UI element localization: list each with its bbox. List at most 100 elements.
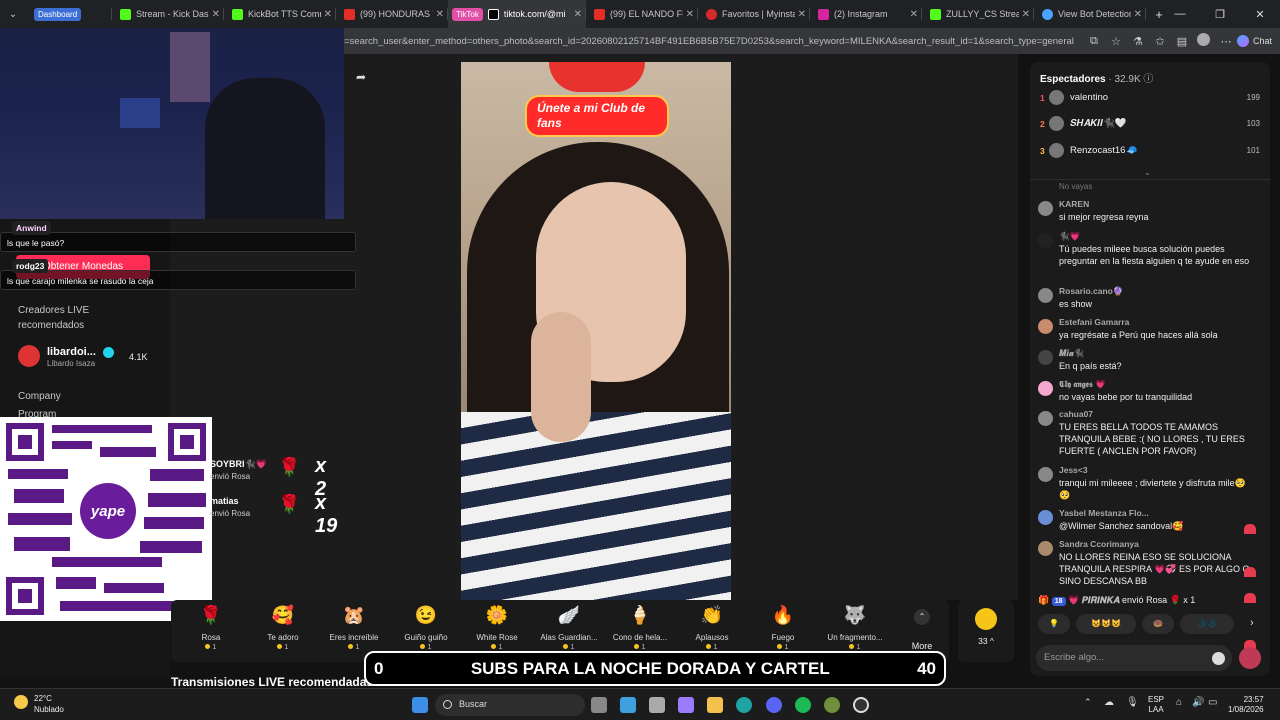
windows-start-icon[interactable] <box>412 697 428 713</box>
favorites-icon[interactable]: ✩ <box>1149 35 1171 48</box>
reaction-button[interactable]: 🌑🌑 <box>1180 614 1234 634</box>
tab-title: ZULLYY_CS Stream - <box>946 9 1019 19</box>
copilot-chat-button[interactable]: Chat <box>1236 35 1272 47</box>
copilot-taskbar-icon[interactable] <box>678 697 694 713</box>
gift-item-fuego[interactable]: 🔥 Fuego 1 <box>747 605 819 651</box>
tab-dashboard[interactable]: Dashboard <box>26 0 112 28</box>
chat-user[interactable]: 𝑴𝒊𝒂🐈‍⬛ <box>1059 348 1084 359</box>
language-indicator[interactable]: ESP LAA <box>1148 695 1164 715</box>
tab-honduras[interactable]: (99) HONDURAS VS✕ <box>336 0 448 28</box>
discord-icon[interactable] <box>766 697 782 713</box>
close-icon[interactable]: ✕ <box>798 9 806 20</box>
app-icon[interactable] <box>824 697 840 713</box>
chat-user[interactable]: KAREN <box>1059 199 1089 209</box>
collapse-chevron-icon[interactable]: ⌄ <box>1144 168 1151 177</box>
taskbar-search[interactable]: Buscar <box>435 694 585 716</box>
bookmark-star-icon[interactable]: ☆ <box>1105 35 1127 48</box>
tab-group-label[interactable]: TikTok <box>452 7 483 21</box>
store-icon[interactable] <box>649 697 665 713</box>
close-icon[interactable]: ✕ <box>1022 9 1030 20</box>
chat-input[interactable]: Escribe algo... <box>1036 645 1232 671</box>
gift-item-white-rose[interactable]: 🌼 White Rose 1 <box>461 605 533 651</box>
gift-item-rosa[interactable]: 🌹 Rosa 1 <box>175 605 247 651</box>
network-icon[interactable]: ⌂ <box>1176 697 1182 708</box>
gift-item-eres-increible[interactable]: 🐹 Eres increíble 1 <box>318 605 390 651</box>
reaction-button[interactable]: 🍩 <box>1142 614 1174 634</box>
minimize-icon[interactable]: — <box>1160 0 1200 28</box>
instagram-icon <box>818 8 829 20</box>
close-window-icon[interactable]: ✕ <box>1240 0 1280 28</box>
url-input[interactable]: =search_user&enter_method=others_photo&s… <box>344 36 1083 47</box>
notepad-icon[interactable] <box>620 697 636 713</box>
extensions-icon[interactable]: ⚗ <box>1127 35 1149 48</box>
tray-chevron-icon[interactable]: ⌃ <box>1084 697 1092 708</box>
coin-balance-button[interactable]: 33 ^ <box>958 600 1014 662</box>
info-icon[interactable]: ⓘ <box>1143 74 1153 85</box>
profile-avatar[interactable] <box>1193 33 1215 49</box>
company-link[interactable]: Company <box>18 389 61 404</box>
tab-kick-dashboard[interactable]: Stream - Kick Dashb✕ <box>112 0 224 28</box>
like-heart-button[interactable] <box>1239 647 1261 669</box>
gift-item-guino[interactable]: 😉 Guiño guiño 1 <box>390 605 462 651</box>
tab-myinstants[interactable]: Favoritos | Myinstant✕ <box>698 0 810 28</box>
chat-user[interactable]: Estefani Gamarra <box>1059 317 1129 327</box>
emoji-icon[interactable] <box>1212 652 1225 665</box>
share-icon[interactable]: ➦ <box>356 70 366 84</box>
tab-list-menu-icon[interactable]: ⌄ <box>0 9 26 20</box>
creator-card[interactable]: libardoi... Libardo Isaza 4.1K <box>18 345 158 371</box>
viewer-score: 101 <box>1246 146 1260 155</box>
volume-icon[interactable]: 🔊 <box>1192 697 1204 708</box>
mic-icon[interactable]: 🎙 <box>1126 697 1139 708</box>
chat-user[interactable]: 𝕮𝖑𝖞 𝖆𝖓𝖌𝖊𝖘 💗 <box>1059 379 1106 390</box>
tab-viewbot[interactable]: View Bot Detection &✕ <box>1034 0 1146 28</box>
close-icon[interactable]: ✕ <box>212 9 220 20</box>
chat-user[interactable]: 🐈‍⬛💗 <box>1059 231 1080 242</box>
more-options-icon[interactable]: ⋯ <box>1215 35 1237 48</box>
spotify-icon[interactable] <box>795 697 811 713</box>
reaction-button[interactable]: 😺😺😺 <box>1076 614 1136 634</box>
tab-nando-fest[interactable]: (99) EL NANDO FEST✕ <box>586 0 698 28</box>
close-icon[interactable]: ✕ <box>1134 9 1142 20</box>
open-in-app-icon[interactable]: ⧉ <box>1083 35 1105 48</box>
reaction-button[interactable]: 💡 <box>1038 614 1070 634</box>
onedrive-icon[interactable]: ☁ <box>1104 697 1114 708</box>
chat-user[interactable]: Sandra Ccorimanya <box>1059 539 1139 549</box>
battery-icon[interactable]: ▭ <box>1208 697 1217 708</box>
maximize-icon[interactable]: ❐ <box>1200 0 1240 28</box>
edge-icon[interactable] <box>736 697 752 713</box>
close-icon[interactable]: ✕ <box>686 9 694 20</box>
tab-kickbot[interactable]: KickBot TTS Comma✕ <box>224 0 336 28</box>
weather-widget[interactable]: 22°C Nublado <box>14 693 64 715</box>
gift-item-cono[interactable]: 🍦 Cono de hela... 1 <box>604 605 676 651</box>
close-icon[interactable]: ✕ <box>910 9 918 20</box>
chat-user[interactable]: Jess<3 <box>1059 465 1088 475</box>
more-gifts-button[interactable]: ⌃ More <box>903 609 941 651</box>
close-icon[interactable]: ✕ <box>436 9 444 20</box>
top-viewer[interactable]: 2 𝑺𝑯𝑨𝑲𝑰𝑰🐈‍⬛🤍 103 <box>1040 115 1260 135</box>
tab-tiktok[interactable]: TikTok tiktok.com/@mi ✕ <box>448 0 586 28</box>
collections-icon[interactable]: ▤ <box>1171 35 1193 48</box>
gift-item-aplausos[interactable]: 👏 Aplausos 1 <box>676 605 748 651</box>
tab-instagram[interactable]: (2) Instagram ✕ <box>810 0 922 28</box>
live-video[interactable] <box>461 62 731 600</box>
chevron-right-icon[interactable]: › <box>1250 617 1254 629</box>
taskview-icon[interactable] <box>591 697 607 713</box>
clock[interactable]: 23:57 1/08/2026 <box>1228 695 1264 715</box>
close-icon[interactable]: ✕ <box>324 9 332 20</box>
chat-user[interactable]: Yasbel Mestanza Flo... <box>1059 508 1149 518</box>
top-viewer[interactable]: 3 Renzocast16🧢 101 <box>1040 142 1260 162</box>
tab-zullyy[interactable]: ZULLYY_CS Stream -✕ <box>922 0 1034 28</box>
gift-item-te-adoro[interactable]: 🥰 Te adoro 1 <box>247 605 319 651</box>
chat-user[interactable]: cahua07 <box>1059 409 1093 419</box>
chat-user[interactable]: Rosario.cano🔮 <box>1059 286 1123 297</box>
viewer-rank: 3 <box>1040 146 1045 156</box>
fan-club-button[interactable]: Únete a mi Club de fans <box>525 95 669 137</box>
gift-item-fragmento[interactable]: 🐺 Un fragmento... 1 <box>819 605 891 651</box>
gift-label: Aplausos <box>695 633 729 642</box>
obs-icon[interactable] <box>853 697 869 713</box>
tab-group-label[interactable]: Dashboard <box>34 7 82 21</box>
gift-item-alas[interactable]: 🪽 Alas Guardian... 1 <box>533 605 605 651</box>
top-viewer[interactable]: 1 valentino 199 <box>1040 89 1260 109</box>
close-icon[interactable]: ✕ <box>574 9 582 20</box>
file-explorer-icon[interactable] <box>707 697 723 713</box>
